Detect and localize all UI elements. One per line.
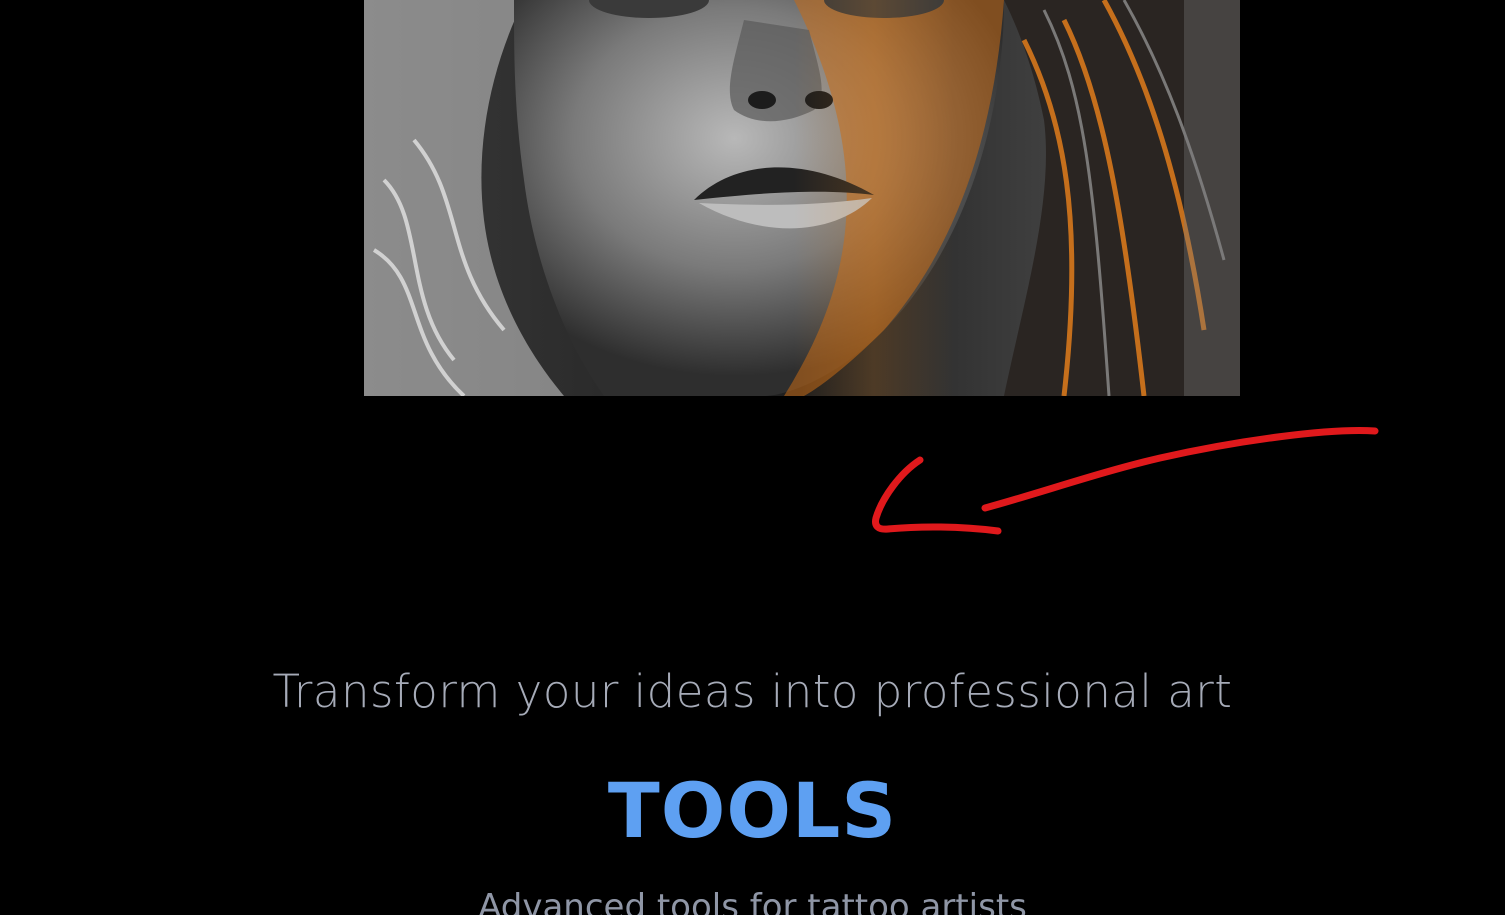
- tools-section-subtitle: Advanced tools for tattoo artists: [478, 887, 1027, 915]
- hero-portrait-image: [364, 0, 1240, 396]
- tools-section-title: TOOLS: [607, 766, 898, 855]
- annotation-arrow-icon: [872, 427, 1379, 535]
- hero-tagline: Transform your ideas into professional a…: [272, 665, 1233, 718]
- page: Transform your ideas into professional a…: [0, 0, 1505, 915]
- portrait-illustration: [364, 0, 1240, 396]
